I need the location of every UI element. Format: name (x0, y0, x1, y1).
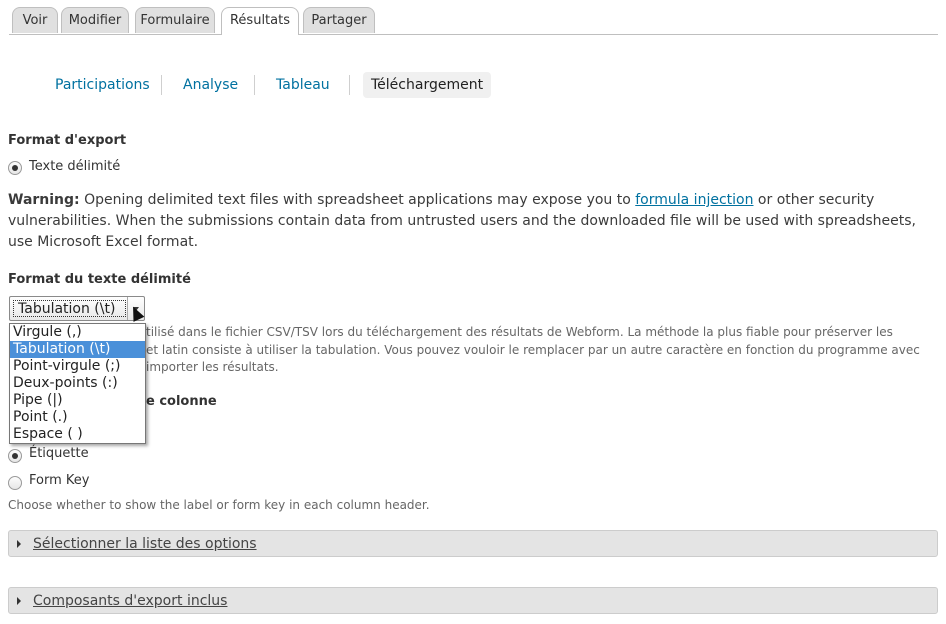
warning-text-before: Opening delimited text files with spread… (79, 192, 636, 208)
delimiter-description-line2: et latin consiste à utiliser la tabulati… (146, 343, 920, 357)
subtab-analyse[interactable]: Analyse (183, 72, 238, 98)
subtab-separator (349, 75, 350, 95)
subtab-separator (161, 75, 162, 95)
dropdown-option[interactable]: Pipe (|) (10, 392, 145, 409)
header-keys-title: e colonne (146, 394, 217, 409)
export-format-title: Format d'export (8, 133, 127, 148)
delimiter-select-value: Tabulation (\t) (13, 300, 126, 317)
delimited-format-title: Format du texte délimité (8, 272, 191, 287)
fieldset-export-components-label[interactable]: Composants d'export inclus (33, 593, 227, 609)
tab-partager[interactable]: Partager (303, 7, 375, 33)
dropdown-option-selected[interactable]: Tabulation (\t) (10, 341, 145, 358)
radio-label-key-label: Étiquette (29, 446, 89, 461)
dropdown-option[interactable]: Deux-points (:) (10, 375, 145, 392)
warning-message: Warning: Opening delimited text files wi… (8, 190, 928, 253)
delimiter-select[interactable]: Tabulation (\t) (9, 296, 145, 321)
chevron-right-icon (17, 540, 21, 548)
delimiter-description-line3: importer les résultats. (146, 360, 279, 374)
tab-resultats[interactable]: Résultats (221, 7, 299, 35)
fieldset-select-options-label[interactable]: Sélectionner la liste des options (33, 536, 257, 552)
delimiter-description-line1: tilisé dans le fichier CSV/TSV lors du t… (146, 325, 893, 339)
subtab-tableau[interactable]: Tableau (276, 72, 330, 98)
delimiter-dropdown-list: Virgule (,) Tabulation (\t) Point-virgul… (9, 323, 146, 444)
fieldset-export-components[interactable]: Composants d'export inclus (8, 587, 938, 614)
dropdown-option[interactable]: Point (.) (10, 409, 145, 426)
radio-delimited-text-label: Texte délimité (29, 159, 121, 174)
subtab-separator (254, 75, 255, 95)
radio-label-key[interactable] (8, 449, 22, 463)
subtab-participations[interactable]: Participations (55, 72, 150, 98)
dropdown-option[interactable]: Virgule (,) (10, 324, 145, 341)
header-keys-description: Choose whether to show the label or form… (8, 498, 430, 512)
formula-injection-link[interactable]: formula injection (635, 192, 753, 208)
radio-delimited-text[interactable] (8, 161, 22, 175)
warning-label: Warning: (8, 192, 80, 208)
tab-formulaire[interactable]: Formulaire (135, 7, 215, 33)
chevron-right-icon (17, 597, 21, 605)
primary-tabs: Voir Modifier Formulaire Résultats Parta… (9, 7, 938, 35)
fieldset-select-options[interactable]: Sélectionner la liste des options (8, 530, 938, 557)
dropdown-option[interactable]: Espace ( ) (10, 426, 145, 443)
subtab-telechargement[interactable]: Téléchargement (363, 72, 492, 98)
tab-modifier[interactable]: Modifier (61, 7, 129, 33)
radio-form-key-label: Form Key (29, 473, 90, 488)
tab-voir[interactable]: Voir (12, 7, 58, 33)
dropdown-option[interactable]: Point-virgule (;) (10, 358, 145, 375)
radio-form-key[interactable] (8, 476, 22, 490)
